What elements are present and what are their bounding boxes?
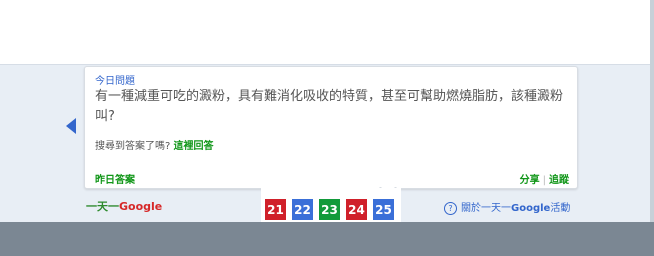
hint-text: 搜尋到答案了嗎? bbox=[95, 141, 171, 152]
brand-google: Google bbox=[119, 200, 163, 213]
scrollbar-edge bbox=[650, 0, 654, 222]
follow-link[interactable]: 追蹤 bbox=[549, 175, 569, 186]
day-24[interactable]: 24 bbox=[346, 199, 367, 220]
about-text: 關於一天一 bbox=[461, 203, 511, 214]
brand-logo[interactable]: 一天一Google bbox=[86, 198, 162, 214]
yesterday-answer-link[interactable]: 昨日答案 bbox=[95, 171, 135, 186]
bottom-bar bbox=[0, 222, 654, 256]
separator: | bbox=[542, 175, 546, 186]
share-link[interactable]: 分享 bbox=[520, 175, 540, 186]
day-25[interactable]: 25 bbox=[373, 199, 394, 220]
hint-row: 搜尋到答案了嗎? 這裡回答 bbox=[95, 137, 214, 152]
card-actions: 分享 | 追蹤 bbox=[520, 171, 569, 186]
day-21[interactable]: 21 bbox=[265, 199, 286, 220]
day-23[interactable]: 23 bbox=[319, 199, 340, 220]
question-card: 今日問題 有一種減重可吃的澱粉，具有難消化吸收的特質，甚至可幫助燃燒脂肪，該種澱… bbox=[84, 66, 578, 189]
day-selector: 21 22 23 24 25 bbox=[261, 188, 401, 222]
prev-arrow-icon[interactable] bbox=[66, 118, 76, 134]
question-circle-icon: ? bbox=[444, 201, 457, 215]
today-question-label: 今日問題 bbox=[95, 76, 135, 87]
answer-link[interactable]: 這裡回答 bbox=[174, 141, 214, 152]
about-suffix: 活動 bbox=[550, 203, 571, 214]
about-link[interactable]: ? 關於一天一Google活動 bbox=[444, 199, 570, 215]
page-top bbox=[0, 0, 654, 64]
question-text: 有一種減重可吃的澱粉，具有難消化吸收的特質，甚至可幫助燃燒脂肪，該種澱粉叫? bbox=[95, 89, 564, 124]
brand-prefix: 一天一 bbox=[86, 200, 119, 213]
day-22[interactable]: 22 bbox=[292, 199, 313, 220]
about-google: Google bbox=[511, 203, 551, 214]
